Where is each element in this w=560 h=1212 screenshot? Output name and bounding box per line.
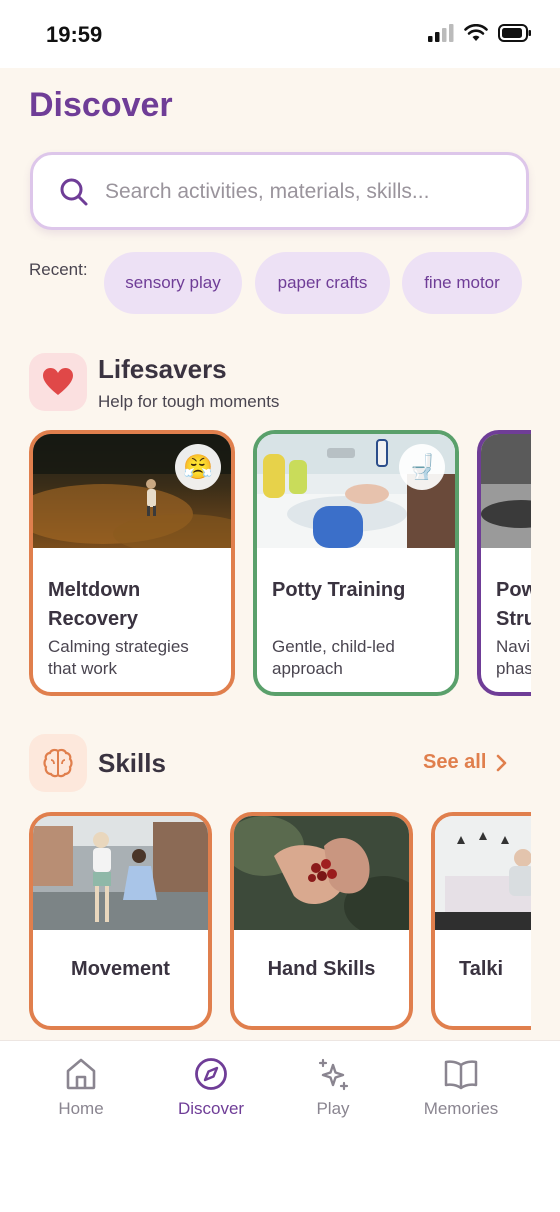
skill-card-talking[interactable]: Talki [431,812,531,1030]
battery-icon [498,24,531,42]
brain-icon [43,748,73,778]
tab-play[interactable]: Play [273,1057,393,1119]
power-card-title-line1: Pow [496,579,531,601]
movement-photo [33,816,208,930]
skills-title: Skills [98,748,166,778]
tab-memories[interactable]: Memories [401,1057,521,1119]
skill-label-hand-skills: Hand Skills [267,958,376,980]
skill-label-movement: Movement [71,958,170,980]
recent-chip-paper-crafts[interactable]: paper crafts [255,252,390,314]
skill-card-clip: Talki [431,812,531,1030]
page-title: Discover [29,86,173,124]
lifesavers-subtitle: Help for tough moments [98,392,280,411]
talking-photo [435,816,531,930]
recent-chip-sensory-play[interactable]: sensory play [104,252,242,314]
compass-icon [195,1058,227,1090]
meltdown-card-desc-line1: Calming strategies [48,637,189,656]
discover-content[interactable]: Discover Recent: sensory play paper craf… [0,68,560,1040]
lifesaver-card-potty-training[interactable]: 🚽 Potty Training Gentle, child-led appro… [253,430,459,696]
tab-home-label: Home [58,1099,104,1118]
power-card-desc-line2: phas [496,659,531,678]
status-icons [428,24,532,42]
skill-card-movement[interactable]: Movement [29,812,212,1030]
potty-card-desc-line1: Gentle, child-led [272,637,395,656]
lifesaver-card-meltdown[interactable]: 😤 Meltdown Recovery Calming strategies t… [29,430,235,696]
lifesavers-section-icon [29,353,87,411]
home-icon [66,1058,96,1090]
status-bar: 19:59 [0,0,560,68]
signal-icon [428,24,454,42]
sparkles-icon [318,1058,349,1091]
hand-skills-photo [234,816,409,930]
meltdown-card-desc-line2: that work [48,659,117,678]
potty-badge-icon: 🚽 [399,444,445,490]
skill-label-talking: Talki [459,958,504,980]
tab-discover-label: Discover [177,1099,245,1118]
power-card-desc-line1: Navi [496,637,531,656]
recent-chip-fine-motor[interactable]: fine motor [402,252,522,314]
search-icon [60,178,88,206]
wifi-icon [464,24,488,41]
lifesavers-title: Lifesavers [98,354,227,384]
meltdown-badge-icon: 😤 [175,444,221,490]
potty-card-desc-line2: approach [272,659,343,678]
tab-discover[interactable]: Discover [151,1057,271,1119]
book-icon [444,1060,478,1090]
potty-card-title: Potty Training [272,579,406,601]
see-all-link[interactable]: See all [423,751,508,774]
heart-icon [43,368,73,395]
search-input[interactable] [105,175,505,209]
tab-bar: Home Discover Play Memories [0,1040,560,1212]
meltdown-card-title-line2: Recovery [48,608,139,630]
lifesaver-card-clip: Pow Stru Navi phas [477,430,531,696]
recent-label: Recent: [29,260,88,279]
see-all-label: See all [423,751,487,773]
tab-home[interactable]: Home [21,1057,141,1119]
power-struggles-photo [481,434,531,548]
lifesaver-card-power-struggles[interactable]: Pow Stru Navi phas [477,430,531,696]
status-time: 19:59 [46,22,103,47]
search-bar[interactable] [30,152,529,230]
chevron-right-icon [497,754,507,771]
skills-section-icon [29,734,87,792]
tab-play-label: Play [316,1099,350,1118]
tab-memories-label: Memories [423,1099,499,1118]
skill-card-hand-skills[interactable]: Hand Skills [230,812,413,1030]
meltdown-card-title-line1: Meltdown [48,579,141,601]
power-card-title-line2: Stru [496,608,531,630]
